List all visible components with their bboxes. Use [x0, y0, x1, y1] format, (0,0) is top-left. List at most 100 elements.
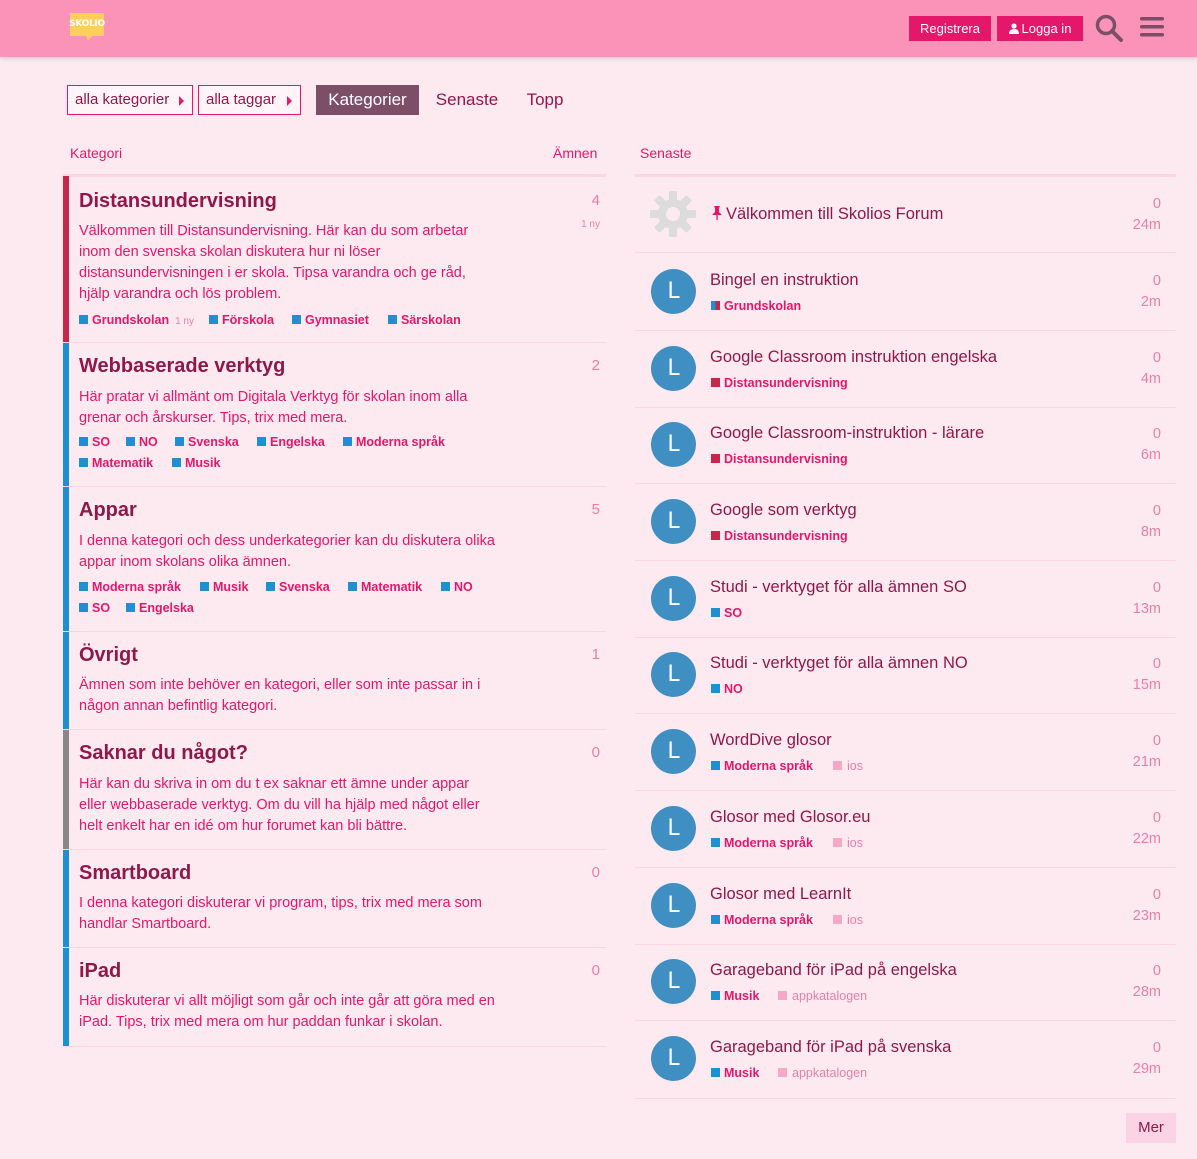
category-title[interactable]: Appar: [79, 499, 137, 522]
category-row[interactable]: iPad Här diskuterar vi allt möjligt som g…: [63, 948, 606, 1047]
subcategory-link[interactable]: SO: [79, 601, 110, 615]
tab-kategorier[interactable]: Kategorier: [316, 85, 419, 115]
subcategory-link[interactable]: Svenska: [266, 580, 330, 594]
topic-title[interactable]: Garageband för iPad på engelska: [710, 961, 957, 980]
topic-title[interactable]: Google Classroom instruktion engelska: [710, 348, 997, 367]
category-title[interactable]: Smartboard: [79, 862, 191, 885]
user-avatar[interactable]: L: [651, 959, 696, 1004]
user-avatar[interactable]: L: [651, 576, 696, 621]
category-row[interactable]: Övrigt Ämnen som inte behöver en kategori…: [63, 632, 606, 730]
category-row[interactable]: Smartboard I denna kategori diskuterar vi…: [63, 850, 606, 948]
activity-age[interactable]: 13m: [1133, 601, 1161, 617]
topic-category-badge[interactable]: Distansundervisning: [711, 452, 848, 466]
user-avatar[interactable]: L: [651, 422, 696, 467]
subcategory-link[interactable]: Förskola: [209, 313, 274, 327]
hamburger-menu-icon[interactable]: [1139, 14, 1165, 40]
subcategory-link[interactable]: NO: [441, 580, 473, 594]
category-row[interactable]: Distansundervisning Välkommen till Distan…: [63, 176, 606, 343]
topic-title[interactable]: Bingel en instruktion: [710, 271, 859, 290]
category-title[interactable]: iPad: [79, 960, 121, 983]
activity-age[interactable]: 15m: [1133, 677, 1161, 693]
subcategory-link[interactable]: Matematik: [79, 456, 153, 470]
activity-age[interactable]: 4m: [1141, 371, 1161, 387]
topic-row[interactable]: L Google Classroom-instruktion - lärare Di…: [635, 407, 1176, 484]
topic-row[interactable]: L Google Classroom instruktion engelska Di…: [635, 331, 1176, 408]
topic-category-badge[interactable]: Moderna språk: [711, 836, 813, 850]
category-title[interactable]: Övrigt: [79, 644, 138, 667]
activity-age[interactable]: 21m: [1133, 754, 1161, 770]
user-avatar[interactable]: L: [651, 1036, 696, 1081]
subcategory-link[interactable]: Gymnasiet: [292, 313, 369, 327]
topic-tag[interactable]: ios: [833, 836, 863, 850]
topic-category-badge[interactable]: Moderna språk: [711, 759, 813, 773]
activity-age[interactable]: 22m: [1133, 831, 1161, 847]
topic-row[interactable]: L Bingel en instruktion Grundskolan 0 2m: [635, 254, 1176, 331]
tab-topp[interactable]: Topp: [517, 85, 573, 115]
all-categories-dropdown[interactable]: alla kategorier: [67, 85, 193, 115]
topic-category-badge[interactable]: SO: [711, 606, 742, 620]
new-topics-badge[interactable]: 1 ny: [581, 219, 600, 230]
topic-tag[interactable]: ios: [833, 759, 863, 773]
activity-age[interactable]: 24m: [1133, 217, 1161, 233]
topic-category-badge[interactable]: NO: [711, 682, 743, 696]
user-avatar[interactable]: L: [651, 806, 696, 851]
topic-category-badge[interactable]: Grundskolan: [711, 299, 801, 313]
activity-age[interactable]: 29m: [1133, 1061, 1161, 1077]
subcategory-link[interactable]: Svenska: [175, 435, 239, 449]
topic-tag[interactable]: appkatalogen: [778, 989, 867, 1003]
topic-title[interactable]: Studi - verktyget för alla ämnen NO: [710, 654, 968, 673]
topic-title[interactable]: Google Classroom-instruktion - lärare: [710, 424, 984, 443]
topic-row[interactable]: L Studi - verktyget för alla ämnen SO SO 0 1…: [635, 561, 1176, 638]
category-title[interactable]: Webbaserade verktyg: [79, 355, 285, 378]
search-icon[interactable]: [1094, 13, 1124, 43]
skolio-logo[interactable]: SKOLIO: [68, 12, 106, 42]
user-avatar[interactable]: L: [651, 499, 696, 544]
topic-tag[interactable]: appkatalogen: [778, 1066, 867, 1080]
subcategory-link[interactable]: Moderna språk: [79, 580, 181, 594]
topic-title[interactable]: WordDive glosor: [710, 731, 832, 750]
subcategory-link[interactable]: NO: [126, 435, 158, 449]
user-avatar[interactable]: L: [651, 346, 696, 391]
subcategory-link[interactable]: Moderna språk: [343, 435, 445, 449]
topic-tag[interactable]: ios: [833, 913, 863, 927]
topic-category-badge[interactable]: Distansundervisning: [711, 376, 848, 390]
category-title[interactable]: Saknar du något?: [79, 742, 248, 765]
category-row[interactable]: Saknar du något? Här kan du skriva in om …: [63, 730, 606, 850]
all-tags-dropdown[interactable]: alla taggar: [198, 85, 301, 115]
subcategory-link[interactable]: SO: [79, 435, 110, 449]
user-avatar[interactable]: L: [651, 729, 696, 774]
topic-category-badge[interactable]: Distansundervisning: [711, 529, 848, 543]
category-row[interactable]: Appar I denna kategori och dess underkate…: [63, 487, 606, 632]
subcategory-link[interactable]: Matematik: [348, 580, 422, 594]
topic-row[interactable]: L Glosor med Glosor.eu Moderna språk ios 0 22…: [635, 791, 1176, 868]
activity-age[interactable]: 2m: [1141, 294, 1161, 310]
subcategory-link[interactable]: Musik: [172, 456, 220, 470]
user-avatar[interactable]: L: [651, 652, 696, 697]
topic-row[interactable]: L Studi - verktyget för alla ämnen NO NO 0 1…: [635, 637, 1176, 714]
gear-icon[interactable]: [649, 190, 697, 238]
topic-title[interactable]: Studi - verktyget för alla ämnen SO: [710, 578, 967, 597]
activity-age[interactable]: 8m: [1141, 524, 1161, 540]
subcategory-link[interactable]: Grundskolan 1 ny: [79, 313, 194, 327]
topic-row[interactable]: L Google som verktyg Distansundervisning 0 8…: [635, 484, 1176, 561]
topic-category-badge[interactable]: Moderna språk: [711, 913, 813, 927]
category-row[interactable]: Webbaserade verktyg Här pratar vi allmänt…: [63, 343, 606, 487]
topic-row[interactable]: Välkommen till Skolios Forum 0 24m: [635, 176, 1176, 253]
topic-title[interactable]: Glosor med Glosor.eu: [710, 808, 871, 827]
login-button[interactable]: Logga in: [997, 16, 1083, 41]
topic-title[interactable]: Garageband för iPad på svenska: [710, 1038, 951, 1057]
topics-column-header[interactable]: Ämnen: [553, 145, 597, 161]
topic-row[interactable]: L Garageband för iPad på svenska Musik appk…: [635, 1021, 1176, 1099]
topic-row[interactable]: L Glosor med LearnIt Moderna språk ios 0 23m: [635, 868, 1176, 945]
more-button[interactable]: Mer: [1126, 1113, 1176, 1143]
category-column-header[interactable]: Kategori: [70, 145, 122, 161]
topic-category-badge[interactable]: Musik: [711, 1066, 759, 1080]
subcategory-link[interactable]: Engelska: [126, 601, 194, 615]
register-button[interactable]: Registrera: [909, 16, 991, 41]
activity-age[interactable]: 23m: [1133, 908, 1161, 924]
topic-title[interactable]: Google som verktyg: [710, 501, 857, 520]
tab-senaste[interactable]: Senaste: [428, 85, 506, 115]
subcategory-link[interactable]: Musik: [200, 580, 248, 594]
activity-age[interactable]: 28m: [1133, 984, 1161, 1000]
user-avatar[interactable]: L: [651, 269, 696, 314]
